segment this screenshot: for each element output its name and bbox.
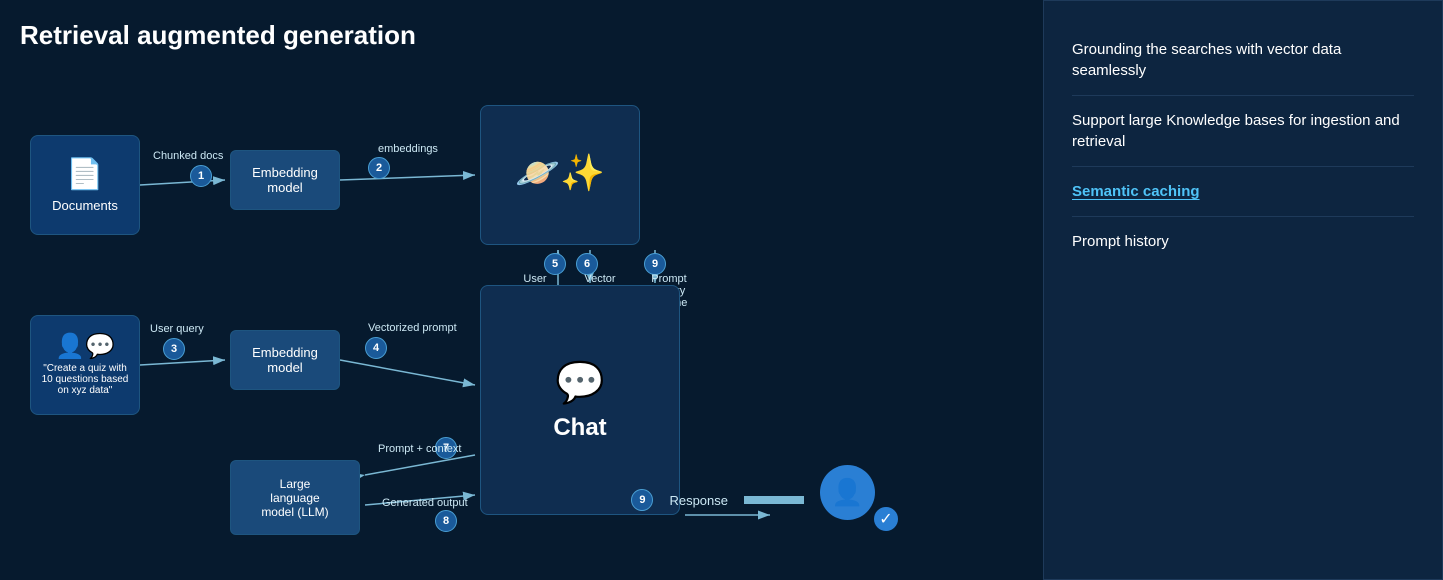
response-person: 👤 ✓: [820, 465, 900, 535]
circle-2: 2: [368, 157, 390, 179]
embeddings-label: embeddings: [378, 143, 438, 155]
sidebar-item-history: Prompt history: [1072, 217, 1414, 266]
documents-label: Documents: [52, 198, 118, 213]
doc-icon: 📄: [66, 157, 103, 192]
user-query-box: 👤💬 "Create a quiz with 10 questions base…: [30, 315, 140, 415]
response-area: 9 Response 👤 ✓: [631, 465, 900, 535]
prompt-context-label: Prompt + context: [378, 443, 461, 455]
chat-label: Chat: [553, 414, 606, 442]
chunked-label: Chunked docs: [153, 150, 223, 162]
circle-8: 8: [435, 510, 457, 532]
user-icon: 👤💬: [55, 332, 115, 361]
sidebar-item-grounding: Grounding the searches with vector data …: [1072, 25, 1414, 96]
embed2-box: Embedding model: [230, 330, 340, 390]
person-avatar: 👤: [820, 465, 875, 520]
embed1-box: Embedding model: [230, 150, 340, 210]
circle-9-bottom: 9: [631, 489, 653, 511]
chat-icon: 💬: [555, 359, 605, 406]
cosmos-icon: 🪐✨: [515, 152, 605, 194]
llm-box: Large language model (LLM): [230, 460, 360, 535]
generated-label: Generated output: [382, 497, 468, 509]
sidebar: Grounding the searches with vector data …: [1043, 0, 1443, 580]
documents-box: 📄 Documents: [30, 135, 140, 235]
vectorized-label: Vectorized prompt: [368, 322, 457, 334]
circle-3: 3: [163, 338, 185, 360]
response-arrow-line: [744, 496, 804, 504]
circle-4: 4: [365, 337, 387, 359]
circle-1: 1: [190, 165, 212, 187]
main-container: Retrieval augmented generation: [0, 0, 1443, 580]
user-query-text: "Create a quiz with 10 questions based o…: [37, 361, 133, 398]
user-query-label: User query: [150, 323, 204, 335]
flow-diagram: 📄 Documents 1 Chunked docs Embedding mod…: [20, 75, 980, 555]
sidebar-item-knowledge: Support large Knowledge bases for ingest…: [1072, 96, 1414, 167]
response-label: Response: [669, 493, 728, 508]
circle-5: 5: [544, 253, 566, 275]
diagram-area: Retrieval augmented generation: [0, 0, 1043, 580]
cosmos-box: 🪐✨: [480, 105, 640, 245]
circle-6: 6: [576, 253, 598, 275]
circle-9-top: 9: [644, 253, 666, 275]
page-title: Retrieval augmented generation: [20, 20, 1033, 51]
sidebar-item-caching: Semantic caching: [1072, 167, 1414, 217]
check-icon: ✓: [872, 505, 900, 533]
